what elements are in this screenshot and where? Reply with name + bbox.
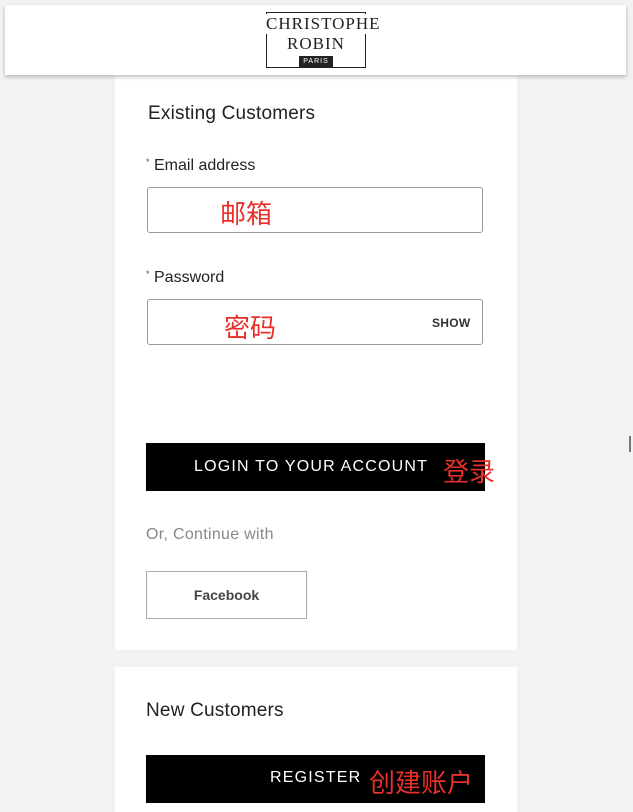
logo-text-line2: ROBIN bbox=[287, 34, 345, 53]
logo-text-line1: CHRISTOPHE bbox=[266, 14, 381, 34]
password-label: Password bbox=[154, 269, 225, 286]
email-annotation: 邮箱 bbox=[220, 200, 273, 230]
password-field[interactable]: 密码 SHOW bbox=[147, 299, 483, 345]
new-customers-title: New Customers bbox=[146, 700, 284, 721]
existing-customers-title: Existing Customers bbox=[148, 103, 316, 124]
facebook-login-button[interactable]: Facebook bbox=[146, 571, 307, 619]
email-field[interactable]: 邮箱 bbox=[147, 187, 483, 233]
login-button-label: LOGIN TO YOUR ACCOUNT bbox=[194, 458, 429, 475]
continue-with-text: Or, Continue with bbox=[146, 526, 274, 543]
show-password-button[interactable]: SHOW bbox=[432, 316, 471, 330]
register-button-label: REGISTER bbox=[270, 769, 362, 786]
scrollbar-thumb[interactable] bbox=[629, 436, 631, 452]
register-annotation: 创建账户 bbox=[369, 769, 474, 799]
email-label: Email address bbox=[154, 157, 256, 174]
login-annotation: 登录 bbox=[443, 458, 496, 488]
login-button[interactable]: LOGIN TO YOUR ACCOUNT bbox=[146, 443, 485, 491]
required-mark: * bbox=[146, 157, 150, 167]
password-annotation: 密码 bbox=[224, 314, 277, 344]
required-mark: * bbox=[146, 269, 150, 279]
new-customers-card: New Customers REGISTER 创建账户 bbox=[115, 667, 517, 812]
logo-paris-tag: PARIS bbox=[299, 56, 333, 68]
existing-customers-card: Existing Customers * Email address 邮箱 * … bbox=[115, 75, 517, 650]
